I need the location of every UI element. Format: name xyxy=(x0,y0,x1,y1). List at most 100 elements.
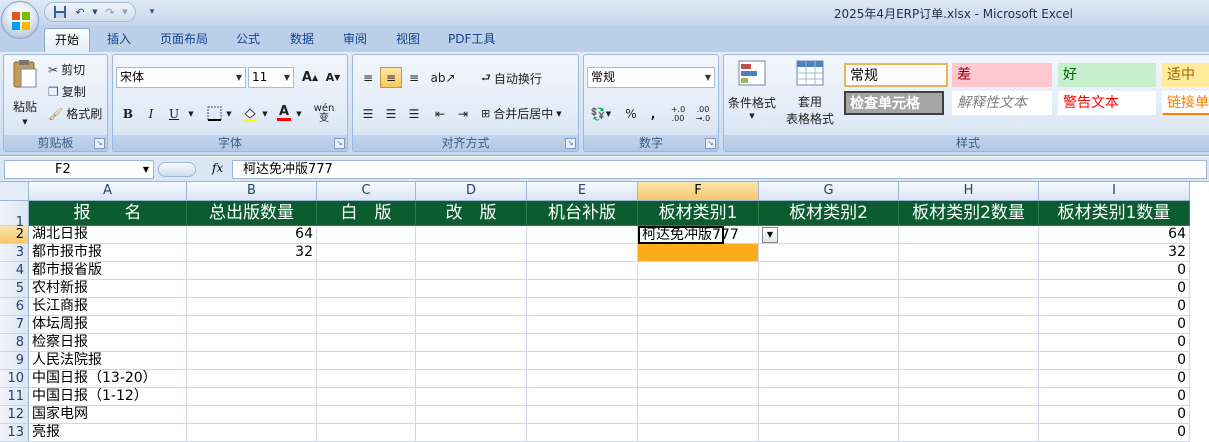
cell-b9[interactable] xyxy=(187,352,317,370)
cell-h12[interactable] xyxy=(899,406,1039,424)
increase-decimal-button[interactable]: +.0 .00 xyxy=(666,101,690,126)
cell-a10[interactable]: 中国日报（13-20） xyxy=(29,370,187,388)
header-cell-c[interactable]: 白 版 xyxy=(317,201,416,226)
italic-button[interactable]: I xyxy=(140,103,162,124)
shrink-font-button[interactable]: A ▼ xyxy=(322,67,344,88)
cell-f6[interactable] xyxy=(638,298,759,316)
row-header-12[interactable]: 12 xyxy=(0,406,29,424)
cell-d11[interactable] xyxy=(416,388,527,406)
cell-i10[interactable]: 0 xyxy=(1039,370,1190,388)
cell-h10[interactable] xyxy=(899,370,1039,388)
cell-f10[interactable] xyxy=(638,370,759,388)
style-neutral[interactable]: 适中 xyxy=(1162,63,1209,87)
cell-a5[interactable]: 农村新报 xyxy=(29,280,187,298)
fill-color-button[interactable] xyxy=(239,103,261,124)
cell-f4[interactable] xyxy=(638,262,759,280)
active-cell[interactable]: 柯达免冲版777 xyxy=(638,226,739,244)
cell-i5[interactable]: 0 xyxy=(1039,280,1190,298)
style-warning[interactable]: 警告文本 xyxy=(1058,91,1156,115)
cell-i12[interactable]: 0 xyxy=(1039,406,1190,424)
cell-e4[interactable] xyxy=(527,262,638,280)
decrease-indent-button[interactable]: ⇤ xyxy=(429,103,451,124)
percent-button[interactable]: % xyxy=(620,103,642,124)
cell-f11[interactable] xyxy=(638,388,759,406)
decrease-decimal-button[interactable]: .00 →.0 xyxy=(691,101,715,126)
row-header-10[interactable]: 10 xyxy=(0,370,29,388)
row-header-6[interactable]: 6 xyxy=(0,298,29,316)
format-as-table-button[interactable]: 套用 表格格式 xyxy=(780,59,840,131)
cell-a13[interactable]: 亮报 xyxy=(29,424,187,442)
row-header-7[interactable]: 7 xyxy=(0,316,29,334)
conditional-formatting-button[interactable]: 条件格式 ▼ xyxy=(726,59,778,131)
tab-formulas[interactable]: 公式 xyxy=(226,28,270,52)
row-header-4[interactable]: 4 xyxy=(0,262,29,280)
merge-center-button[interactable]: ⊞ 合并后居中 ▼ xyxy=(481,105,562,122)
cell-i9[interactable]: 0 xyxy=(1039,352,1190,370)
cell-c11[interactable] xyxy=(317,388,416,406)
header-cell-g[interactable]: 板材类别2 xyxy=(759,201,899,226)
font-size-select[interactable]: 11 ▼ xyxy=(248,67,294,88)
cell-g8[interactable] xyxy=(759,334,899,352)
cell-f12[interactable] xyxy=(638,406,759,424)
style-normal[interactable]: 常规 xyxy=(844,63,948,87)
cell-h13[interactable] xyxy=(899,424,1039,442)
cell-e10[interactable] xyxy=(527,370,638,388)
increase-indent-button[interactable]: ⇥ xyxy=(452,103,474,124)
style-explanatory[interactable]: 解释性文本 xyxy=(952,91,1052,115)
cell-i7[interactable]: 0 xyxy=(1039,316,1190,334)
cell-e6[interactable] xyxy=(527,298,638,316)
comma-button[interactable]: , xyxy=(642,103,664,124)
cell-b10[interactable] xyxy=(187,370,317,388)
cell-e7[interactable] xyxy=(527,316,638,334)
style-check-cell[interactable]: 检查单元格 xyxy=(844,91,944,115)
cell-e2[interactable] xyxy=(527,226,638,244)
orientation-button[interactable]: ab↗ xyxy=(429,67,457,88)
cell-e9[interactable] xyxy=(527,352,638,370)
cell-g6[interactable] xyxy=(759,298,899,316)
cell-c6[interactable] xyxy=(317,298,416,316)
row-header-8[interactable]: 8 xyxy=(0,334,29,352)
underline-button[interactable]: U xyxy=(163,103,185,124)
header-cell-b[interactable]: 总出版数量 xyxy=(187,201,317,226)
cell-a7[interactable]: 体坛周报 xyxy=(29,316,187,334)
cell-f8[interactable] xyxy=(638,334,759,352)
header-cell-e[interactable]: 机台补版 xyxy=(527,201,638,226)
cell-g9[interactable] xyxy=(759,352,899,370)
cell-c3[interactable] xyxy=(317,244,416,262)
column-header-c[interactable]: C xyxy=(317,182,416,201)
cell-e8[interactable] xyxy=(527,334,638,352)
header-cell-a[interactable]: 报 名 xyxy=(29,201,187,226)
column-header-i[interactable]: I xyxy=(1039,182,1190,201)
formula-bar-toggle-icon[interactable] xyxy=(158,162,196,177)
cell-h6[interactable] xyxy=(899,298,1039,316)
number-format-select[interactable]: 常规 ▼ xyxy=(587,67,715,88)
cell-c7[interactable] xyxy=(317,316,416,334)
cell-f7[interactable] xyxy=(638,316,759,334)
align-bottom-button[interactable]: ≡ xyxy=(403,67,425,88)
cell-d13[interactable] xyxy=(416,424,527,442)
cell-c12[interactable] xyxy=(317,406,416,424)
column-header-d[interactable]: D xyxy=(416,182,527,201)
align-middle-button[interactable]: ≡ xyxy=(380,67,402,88)
column-header-f[interactable]: F xyxy=(638,182,759,201)
cell-b7[interactable] xyxy=(187,316,317,334)
alignment-launcher-icon[interactable]: ↘ xyxy=(565,138,576,149)
cell-c9[interactable] xyxy=(317,352,416,370)
cell-b8[interactable] xyxy=(187,334,317,352)
cell-a4[interactable]: 都市报省版 xyxy=(29,262,187,280)
format-painter-button[interactable]: 🖌 格式刷 xyxy=(48,105,102,122)
cell-d2[interactable] xyxy=(416,226,527,244)
cell-g11[interactable] xyxy=(759,388,899,406)
column-header-b[interactable]: B xyxy=(187,182,317,201)
tab-review[interactable]: 审阅 xyxy=(333,28,377,52)
align-center-button[interactable]: ☰ xyxy=(380,103,402,124)
row-header-1[interactable]: 1 xyxy=(0,201,29,230)
cell-b13[interactable] xyxy=(187,424,317,442)
header-cell-h[interactable]: 板材类别2数量 xyxy=(899,201,1039,226)
cell-b6[interactable] xyxy=(187,298,317,316)
cell-a12[interactable]: 国家电网 xyxy=(29,406,187,424)
cell-a6[interactable]: 长江商报 xyxy=(29,298,187,316)
cell-e12[interactable] xyxy=(527,406,638,424)
cell-c5[interactable] xyxy=(317,280,416,298)
cell-g7[interactable] xyxy=(759,316,899,334)
